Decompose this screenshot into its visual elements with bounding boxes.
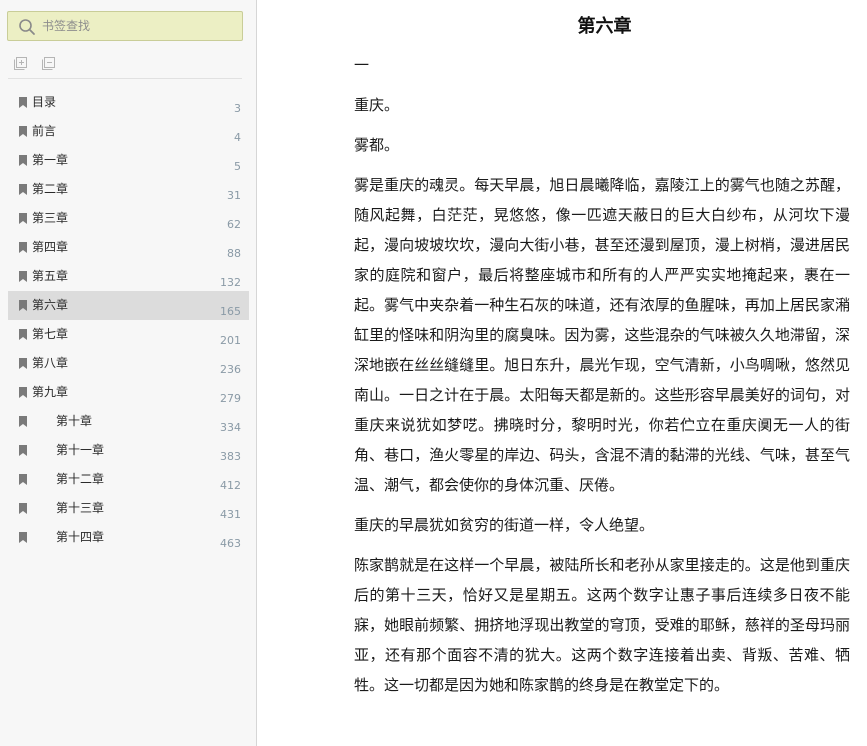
toc-item-page: 88	[227, 247, 241, 260]
toc-item-label: 第六章	[32, 298, 69, 312]
toc-item-page: 165	[220, 305, 241, 318]
expand-all-icon[interactable]	[13, 55, 29, 71]
toc-item-page: 3	[234, 102, 241, 115]
bookmark-icon	[19, 126, 27, 137]
toc-item[interactable]: 第四章 88	[8, 233, 249, 262]
bookmark-icon	[19, 387, 27, 398]
toc-item-label: 第一章	[32, 153, 69, 167]
toc-item-label: 目录	[32, 95, 57, 109]
toc-item[interactable]: 第九章 279	[8, 378, 249, 407]
search-icon	[19, 19, 35, 35]
toc-item[interactable]: 第八章 236	[8, 349, 249, 378]
toc-item[interactable]: 前言 4	[8, 117, 249, 146]
toc-item[interactable]: 第十二章 412	[8, 465, 249, 494]
bookmark-icon	[19, 445, 27, 456]
chapter-title: 第六章	[577, 16, 632, 37]
bookmark-sidebar: 目录 3 前言 4 第一章 5 第二章 31 第三章 62 第四章 88 第五章 132 第六章 165 第七章…	[0, 0, 257, 746]
toc-item-label: 第七章	[32, 327, 69, 341]
toc-item-page: 201	[220, 334, 241, 347]
toc-item-page: 463	[220, 537, 241, 550]
bookmark-icon	[19, 358, 27, 369]
bookmark-list: 目录 3 前言 4 第一章 5 第二章 31 第三章 62 第四章 88 第五章 132 第六章 165 第七章…	[8, 88, 249, 552]
toc-item-label: 第十章	[56, 414, 93, 428]
bookmark-search-input[interactable]	[42, 17, 232, 35]
toc-item[interactable]: 第十章 334	[8, 407, 249, 436]
toc-item-page: 5	[234, 160, 241, 173]
sidebar-divider	[8, 78, 242, 79]
bookmark-icon	[19, 300, 27, 311]
paragraph: 重庆的早晨犹如贫穷的街道一样，令人绝望。	[354, 516, 655, 534]
toc-item-label: 第十二章	[56, 472, 105, 486]
toc-item-label: 第十一章	[56, 443, 105, 457]
toc-item-label: 第十四章	[56, 530, 105, 544]
collapse-all-icon[interactable]	[41, 55, 57, 71]
paragraph: 雾都。	[354, 136, 400, 154]
toc-item[interactable]: 第七章 201	[8, 320, 249, 349]
toc-item-label: 第八章	[32, 356, 69, 370]
paragraph: 雾是重庆的魂灵。每天早晨，旭日晨曦降临，嘉陵江上的雾气也随之苏醒，随风起舞，白茫…	[354, 176, 850, 494]
bookmark-icon	[19, 532, 27, 543]
toc-item-page: 383	[220, 450, 241, 463]
toc-item-label: 第十三章	[56, 501, 105, 515]
paragraph: 重庆。	[354, 96, 400, 114]
toc-item[interactable]: 目录 3	[8, 88, 249, 117]
chapter-content: 一 重庆。 雾都。 雾是重庆的魂灵。每天早晨，旭日晨曦降临，嘉陵江上的雾气也随之…	[354, 50, 850, 710]
toc-item-page: 431	[220, 508, 241, 521]
toc-item-label: 第九章	[32, 385, 69, 399]
bookmark-icon	[19, 184, 27, 195]
toc-item-label: 前言	[32, 124, 57, 138]
toc-item[interactable]: 第一章 5	[8, 146, 249, 175]
bookmark-icon	[19, 416, 27, 427]
toc-item-page: 279	[220, 392, 241, 405]
bookmark-icon	[19, 97, 27, 108]
toc-item[interactable]: 第十四章 463	[8, 523, 249, 552]
bookmark-search-box[interactable]	[7, 11, 243, 41]
toc-item-label: 第三章	[32, 211, 69, 225]
toc-item-label: 第四章	[32, 240, 69, 254]
toc-item[interactable]: 第十一章 383	[8, 436, 249, 465]
toc-item-page: 4	[234, 131, 241, 144]
toc-item-label: 第二章	[32, 182, 69, 196]
bookmark-icon	[19, 503, 27, 514]
toc-item-page: 334	[220, 421, 241, 434]
toc-item[interactable]: 第二章 31	[8, 175, 249, 204]
bookmark-icon	[19, 155, 27, 166]
toc-item[interactable]: 第五章 132	[8, 262, 249, 291]
toc-item[interactable]: 第六章 165	[8, 291, 249, 320]
bookmark-icon	[19, 329, 27, 340]
reader-pane[interactable]: 第六章 一 重庆。 雾都。 雾是重庆的魂灵。每天早晨，旭日晨曦降临，嘉陵江上的雾…	[258, 0, 867, 746]
toc-item-page: 31	[227, 189, 241, 202]
paragraph: 陈家鹊就是在这样一个早晨，被陆所长和老孙从家里接走的。这是他到重庆后的第十三天，…	[354, 556, 850, 694]
bookmark-icon	[19, 474, 27, 485]
toc-item-page: 236	[220, 363, 241, 376]
bookmark-icon	[19, 242, 27, 253]
toc-item-page: 412	[220, 479, 241, 492]
toc-item[interactable]: 第十三章 431	[8, 494, 249, 523]
toc-item[interactable]: 第三章 62	[8, 204, 249, 233]
toc-item-page: 132	[220, 276, 241, 289]
bookmark-icon	[19, 213, 27, 224]
toc-item-label: 第五章	[32, 269, 69, 283]
bookmark-icon	[19, 271, 27, 282]
paragraph: 一	[354, 56, 370, 74]
toc-item-page: 62	[227, 218, 241, 231]
